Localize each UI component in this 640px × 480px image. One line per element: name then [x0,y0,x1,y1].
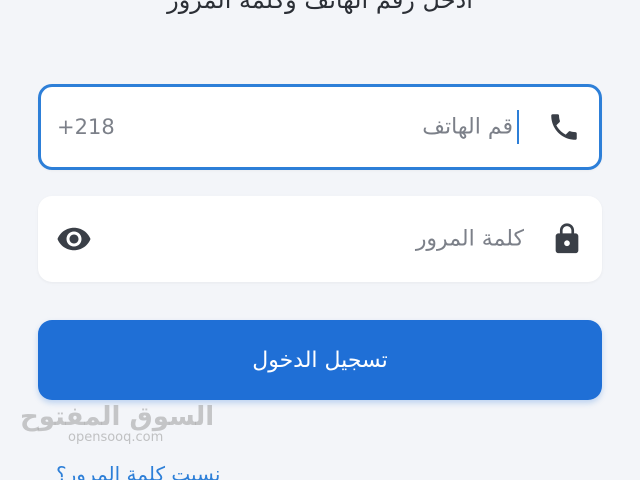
watermark-logo: السوق المفتوح opensooq.com [20,402,215,445]
phone-field[interactable]: +218 قم الهاتف [38,84,602,170]
login-screen: ادخل رقم الهاتف وكلمة المرور +218 قم اله… [0,0,640,480]
phone-placeholder: قم الهاتف [422,114,513,140]
eye-icon[interactable] [56,221,92,257]
password-field[interactable]: كلمة المرور [38,196,602,282]
watermark-latin: opensooq.com [68,430,164,445]
phone-icon [547,110,581,144]
forgot-password-link[interactable]: نسيت كلمة المرور؟ [56,462,220,480]
text-caret [517,110,519,144]
login-button[interactable]: تسجيل الدخول [38,320,602,400]
country-code-prefix: +218 [57,115,115,139]
lock-icon [550,222,584,256]
watermark-arabic: السوق المفتوح [20,402,215,432]
password-placeholder: كلمة المرور [415,226,524,252]
page-heading: ادخل رقم الهاتف وكلمة المرور [167,0,473,14]
